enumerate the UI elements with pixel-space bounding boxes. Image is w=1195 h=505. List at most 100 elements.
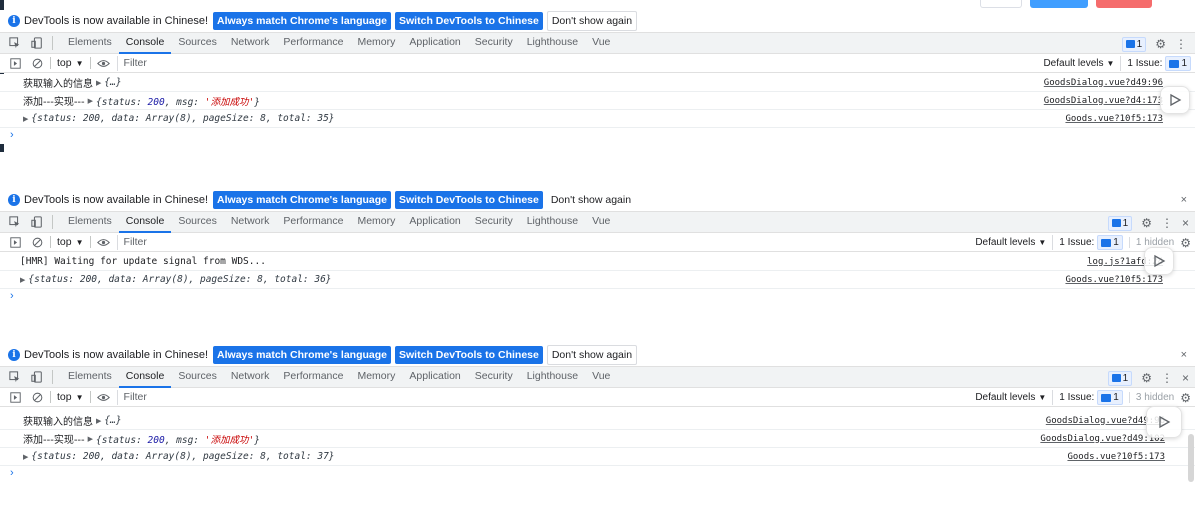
- tab-memory[interactable]: Memory: [350, 32, 402, 54]
- log-object[interactable]: {status: 200, msg: '添加成功'}: [96, 432, 260, 446]
- close-icon[interactable]: ×: [1182, 371, 1189, 385]
- inspect-icon[interactable]: [8, 370, 22, 384]
- expand-triangle-icon[interactable]: ▶: [20, 276, 25, 284]
- gear-icon[interactable]: ⚙: [1141, 371, 1152, 385]
- tab-elements[interactable]: Elements: [61, 211, 119, 233]
- close-icon[interactable]: ×: [1181, 194, 1187, 206]
- issues-button[interactable]: 1 Issue: 1: [1120, 56, 1191, 71]
- sidebar-toggle-icon[interactable]: [8, 56, 22, 70]
- inspect-icon[interactable]: [8, 215, 22, 229]
- tab-memory[interactable]: Memory: [350, 366, 402, 388]
- always-match-language-button[interactable]: Always match Chrome's language: [213, 191, 392, 209]
- always-match-language-button[interactable]: Always match Chrome's language: [213, 12, 392, 30]
- tab-network[interactable]: Network: [224, 366, 277, 388]
- messages-badge[interactable]: 1: [1121, 36, 1147, 52]
- context-select[interactable]: top ▼: [57, 236, 84, 248]
- messages-badge[interactable]: 1: [1107, 215, 1133, 231]
- floating-play-button[interactable]: [1144, 247, 1174, 275]
- tab-application[interactable]: Application: [402, 32, 467, 54]
- eye-icon[interactable]: [97, 235, 111, 249]
- clear-console-icon[interactable]: [30, 390, 44, 404]
- issues-button[interactable]: 1 Issue: 1: [1052, 235, 1123, 250]
- tab-lighthouse[interactable]: Lighthouse: [520, 211, 585, 233]
- tab-sources[interactable]: Sources: [171, 366, 224, 388]
- log-object[interactable]: {status: 200, data: Array(8), pageSize: …: [28, 274, 331, 285]
- clear-console-icon[interactable]: [30, 56, 44, 70]
- tab-vue[interactable]: Vue: [585, 211, 617, 233]
- expand-triangle-icon[interactable]: ▶: [88, 97, 93, 105]
- dont-show-again-button[interactable]: Don't show again: [546, 191, 636, 209]
- messages-badge[interactable]: 1: [1107, 370, 1133, 386]
- tab-security[interactable]: Security: [468, 32, 520, 54]
- close-icon[interactable]: ×: [1181, 349, 1187, 361]
- source-link[interactable]: GoodsDialog.vue?d49:102: [1040, 434, 1165, 444]
- tab-elements[interactable]: Elements: [61, 32, 119, 54]
- tab-lighthouse[interactable]: Lighthouse: [520, 366, 585, 388]
- floating-play-button[interactable]: [1146, 406, 1182, 438]
- dont-show-again-button[interactable]: Don't show again: [546, 345, 638, 365]
- sidebar-toggle-icon[interactable]: [8, 235, 22, 249]
- context-select[interactable]: top ▼: [57, 57, 84, 69]
- log-object[interactable]: {status: 200, msg: '添加成功'}: [96, 94, 260, 108]
- source-link[interactable]: Goods.vue?10f5:173: [1065, 275, 1163, 285]
- tab-security[interactable]: Security: [468, 366, 520, 388]
- tab-application[interactable]: Application: [402, 366, 467, 388]
- gear-icon[interactable]: ⚙: [1141, 216, 1152, 230]
- tab-memory[interactable]: Memory: [350, 211, 402, 233]
- log-object[interactable]: {…}: [104, 77, 121, 88]
- log-object[interactable]: {…}: [104, 415, 121, 426]
- expand-triangle-icon[interactable]: ▶: [96, 79, 101, 87]
- gear-icon[interactable]: ⚙: [1155, 37, 1166, 51]
- expand-triangle-icon[interactable]: ▶: [23, 115, 28, 123]
- source-link[interactable]: Goods.vue?10f5:173: [1065, 114, 1163, 124]
- tab-performance[interactable]: Performance: [276, 366, 350, 388]
- eye-icon[interactable]: [97, 390, 111, 404]
- tab-lighthouse[interactable]: Lighthouse: [520, 32, 585, 54]
- kebab-menu-icon[interactable]: ⋮: [1161, 371, 1173, 385]
- tab-vue[interactable]: Vue: [585, 366, 617, 388]
- issues-button[interactable]: 1 Issue: 1: [1052, 390, 1123, 405]
- console-prompt[interactable]: ›: [0, 289, 1195, 305]
- context-select[interactable]: top ▼: [57, 391, 84, 403]
- floating-play-button[interactable]: [1160, 86, 1190, 114]
- device-toggle-icon[interactable]: [30, 370, 44, 384]
- tab-security[interactable]: Security: [468, 211, 520, 233]
- tab-sources[interactable]: Sources: [171, 32, 224, 54]
- tab-application[interactable]: Application: [402, 211, 467, 233]
- tab-console[interactable]: Console: [118, 366, 172, 388]
- gear-icon[interactable]: ⚙: [1180, 391, 1191, 405]
- tab-network[interactable]: Network: [224, 211, 277, 233]
- tab-sources[interactable]: Sources: [171, 211, 224, 233]
- tab-network[interactable]: Network: [224, 32, 277, 54]
- filter-input[interactable]: Filter: [116, 55, 1195, 71]
- expand-triangle-icon[interactable]: ▶: [23, 453, 28, 461]
- tab-console[interactable]: Console: [118, 32, 172, 54]
- inspect-icon[interactable]: [8, 36, 22, 50]
- tab-elements[interactable]: Elements: [61, 366, 119, 388]
- tab-vue[interactable]: Vue: [585, 32, 617, 54]
- tab-performance[interactable]: Performance: [276, 211, 350, 233]
- log-object[interactable]: {status: 200, data: Array(8), pageSize: …: [31, 113, 334, 124]
- kebab-menu-icon[interactable]: ⋮: [1175, 37, 1187, 51]
- sidebar-toggle-icon[interactable]: [8, 390, 22, 404]
- switch-to-chinese-button[interactable]: Switch DevTools to Chinese: [395, 191, 543, 209]
- clear-console-icon[interactable]: [30, 235, 44, 249]
- default-levels-select[interactable]: Default levels ▼: [1043, 58, 1114, 69]
- close-icon[interactable]: ×: [1182, 216, 1189, 230]
- tab-performance[interactable]: Performance: [276, 32, 350, 54]
- switch-to-chinese-button[interactable]: Switch DevTools to Chinese: [395, 346, 543, 364]
- source-link[interactable]: GoodsDialog.vue?d4:173: [1044, 96, 1163, 106]
- always-match-language-button[interactable]: Always match Chrome's language: [213, 346, 392, 364]
- kebab-menu-icon[interactable]: ⋮: [1161, 216, 1173, 230]
- default-levels-select[interactable]: Default levels ▼: [975, 392, 1046, 403]
- console-prompt[interactable]: ›: [0, 466, 1195, 482]
- source-link[interactable]: GoodsDialog.vue?d49:96: [1044, 78, 1163, 88]
- device-toggle-icon[interactable]: [30, 36, 44, 50]
- console-scrollbar[interactable]: [1188, 434, 1194, 482]
- expand-triangle-icon[interactable]: ▶: [88, 435, 93, 443]
- switch-to-chinese-button[interactable]: Switch DevTools to Chinese: [395, 12, 543, 30]
- gear-icon[interactable]: ⚙: [1180, 236, 1191, 250]
- eye-icon[interactable]: [97, 56, 111, 70]
- dont-show-again-button[interactable]: Don't show again: [546, 11, 638, 31]
- expand-triangle-icon[interactable]: ▶: [96, 417, 101, 425]
